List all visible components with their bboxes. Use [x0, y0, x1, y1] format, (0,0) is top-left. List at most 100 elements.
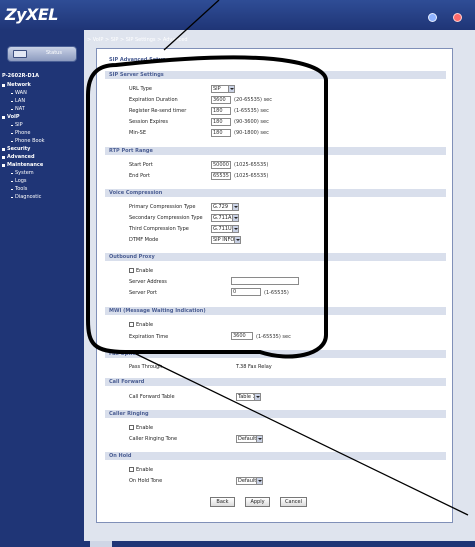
status-button-label: Status [46, 50, 62, 56]
sidebar-item-wan[interactable]: WAN [0, 90, 84, 97]
select-value: SIP INFO [213, 237, 235, 243]
select-value: Default [238, 436, 257, 442]
logout-icon[interactable] [454, 14, 461, 21]
breadcrumb: > VoIP > SIP > SIP Settings > Advanced [87, 37, 188, 43]
dtmf-mode-select[interactable]: SIP INFO [211, 236, 241, 244]
sidebar-item-phone-book[interactable]: Phone Book [0, 138, 84, 145]
register-resend-input[interactable]: 180 [211, 107, 231, 115]
mwi-enable-label: Enable [136, 322, 154, 328]
mwi-expiration-hint: (1-65535) sec [256, 334, 291, 340]
apply-button[interactable]: Apply [245, 497, 270, 507]
secondary-compression-select[interactable]: G.711A [211, 214, 239, 222]
select-value: G.711A [213, 215, 232, 221]
fax-pass-through-label[interactable]: Pass Through [129, 364, 162, 370]
mwi-enable-checkbox[interactable] [129, 322, 134, 327]
outbound-proxy-enable-checkbox[interactable] [129, 268, 134, 273]
session-expires-label: Session Expires [129, 119, 168, 125]
caller-ringing-tone-select[interactable]: Default [236, 435, 263, 443]
select-value: G.711U [213, 226, 232, 232]
start-port-hint: (1025-65535) [234, 162, 269, 168]
mwi-expiration-input[interactable]: 3600 [231, 332, 253, 340]
section-title: MWI (Message Waiting Indication) [109, 308, 206, 314]
help-icon[interactable] [429, 14, 436, 21]
sidebar-item-tools[interactable]: Tools [0, 186, 84, 193]
status-button[interactable]: Status [7, 46, 77, 62]
end-port-label: End Port [129, 173, 151, 179]
section-call-forward: Call Forward [105, 378, 446, 386]
server-address-input[interactable] [231, 277, 299, 285]
on-hold-tone-select[interactable]: Default [236, 477, 263, 485]
sidebar-item-network[interactable]: Network [0, 82, 84, 89]
section-fax-option: Fax Option [105, 350, 446, 358]
server-port-label: Server Port [129, 290, 157, 296]
end-port-input[interactable]: 65535 [211, 172, 231, 180]
cancel-button[interactable]: Cancel [280, 497, 307, 507]
sidebar-item-advanced[interactable]: Advanced [0, 154, 84, 161]
sidebar-item-maintenance[interactable]: Maintenance [0, 162, 84, 169]
dash-icon [11, 141, 13, 142]
dash-icon [11, 133, 13, 134]
fax-relay-label[interactable]: T.38 Fax Relay [236, 364, 272, 370]
section-title: Fax Option [109, 351, 140, 357]
sidebar-item-phone[interactable]: Phone [0, 130, 84, 137]
sidebar-item-lan[interactable]: LAN [0, 98, 84, 105]
section-caller-ringing: Caller Ringing [105, 410, 446, 418]
bullet-icon [2, 148, 5, 151]
sidebar-item-nat[interactable]: NAT [0, 106, 84, 113]
secondary-compression-label: Secondary Compression Type [129, 215, 203, 221]
bullet-icon [2, 116, 5, 119]
url-type-select[interactable]: SIP [211, 85, 235, 93]
back-button[interactable]: Back [210, 497, 235, 507]
primary-compression-select[interactable]: G.729 [211, 203, 239, 211]
expiration-duration-label: Expiration Duration [129, 97, 178, 103]
sidebar-item-label: Maintenance [7, 162, 44, 168]
section-title: Voice Compression [109, 190, 163, 196]
on-hold-enable-checkbox[interactable] [129, 467, 134, 472]
call-forward-table-select[interactable]: Table 1 [236, 393, 261, 401]
bullet-icon [2, 84, 5, 87]
monitor-icon [13, 50, 27, 58]
section-title: Caller Ringing [109, 411, 149, 417]
server-port-hint: (1-65535) [264, 290, 289, 296]
section-title: RTP Port Range [109, 148, 153, 154]
url-type-label: URL Type [129, 86, 152, 92]
main-content: SIP Advanced Setup SIP Server Settings U… [96, 48, 453, 523]
dash-icon [11, 125, 13, 126]
status-tab [90, 541, 112, 547]
sidebar-item-system[interactable]: System [0, 170, 84, 177]
on-hold-enable-label: Enable [136, 467, 154, 473]
top-bar: ZyXEL [0, 0, 475, 30]
section-voice-compression: Voice Compression [105, 189, 446, 197]
chevron-down-icon [256, 478, 262, 484]
section-sip-server-settings: SIP Server Settings [105, 71, 446, 79]
min-se-hint: (90-1800) sec [234, 130, 269, 136]
panel-title: SIP Advanced Setup [109, 57, 166, 63]
caller-ringing-enable-checkbox[interactable] [129, 425, 134, 430]
chevron-down-icon [232, 215, 238, 221]
sidebar-item-security[interactable]: Security [0, 146, 84, 153]
dash-icon [11, 197, 13, 198]
bullet-icon [2, 164, 5, 167]
min-se-input[interactable]: 180 [211, 129, 231, 137]
section-rtp-port-range: RTP Port Range [105, 147, 446, 155]
sidebar-item-logs[interactable]: Logs [0, 178, 84, 185]
start-port-input[interactable]: 50000 [211, 161, 231, 169]
dash-icon [11, 189, 13, 190]
session-expires-input[interactable]: 180 [211, 118, 231, 126]
sidebar-item-sip[interactable]: SIP [0, 122, 84, 129]
server-address-label: Server Address [129, 279, 167, 285]
router-web-config-page: ZyXEL Status P-2602R-D1A Network WAN LAN… [0, 0, 475, 547]
server-port-input[interactable]: 0 [231, 288, 261, 296]
third-compression-select[interactable]: G.711U [211, 225, 239, 233]
call-forward-table-label: Call Forward Table [129, 394, 175, 400]
chevron-down-icon [234, 237, 240, 243]
select-value: SIP [213, 86, 221, 92]
expiration-duration-input[interactable]: 3600 [211, 96, 231, 104]
sidebar-item-diagnostic[interactable]: Diagnostic [0, 194, 84, 201]
dtmf-mode-label: DTMF Mode [129, 237, 159, 243]
sidebar-item-voip[interactable]: VoIP [0, 114, 84, 121]
sidebar-item-label: Security [7, 146, 31, 152]
dash-icon [11, 93, 13, 94]
sidebar-item-label: SIP [15, 122, 23, 128]
caller-ringing-tone-label: Caller Ringing Tone [129, 436, 178, 442]
